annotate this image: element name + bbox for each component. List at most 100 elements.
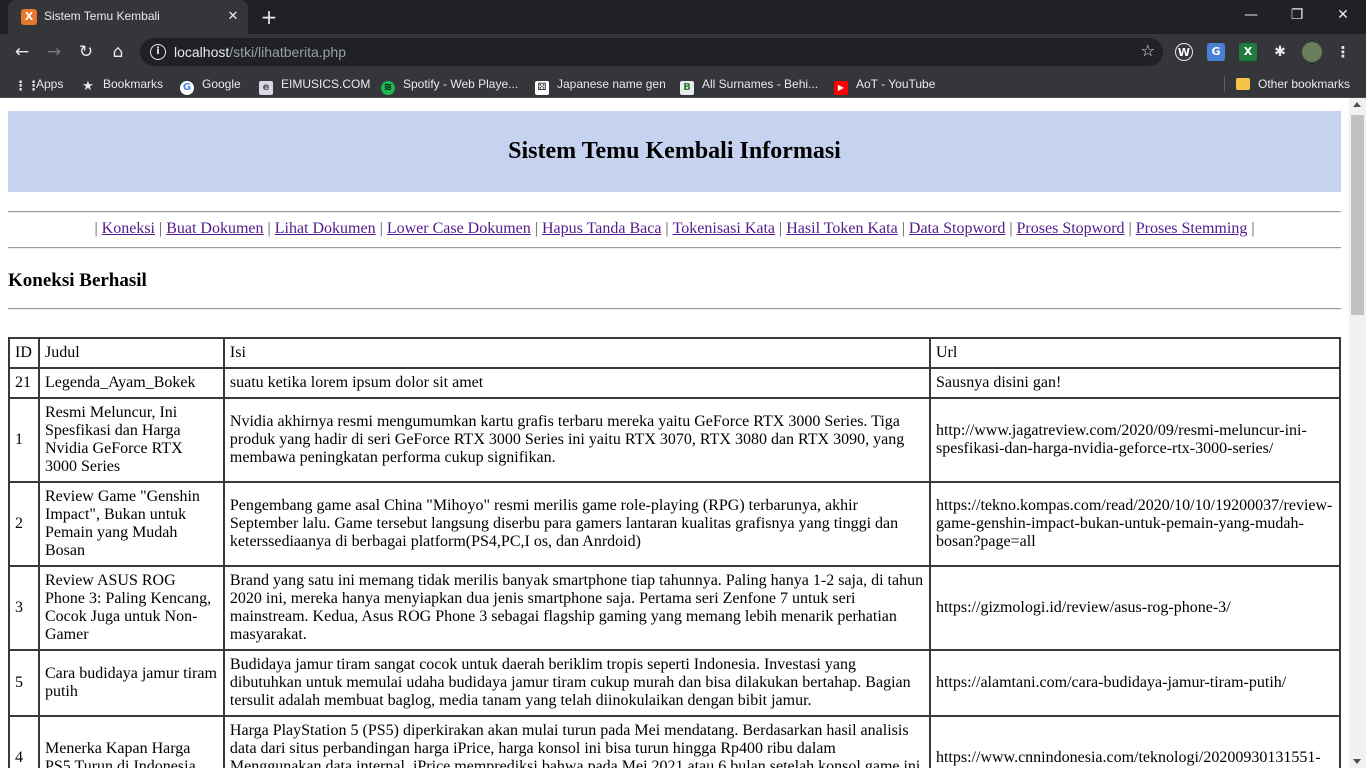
column-header-isi: Isi (222, 337, 931, 369)
cell-url: https://gizmologi.id/review/asus-rog-pho… (928, 565, 1342, 651)
page-title: Sistem Temu Kembali Informasi (508, 138, 841, 164)
bookmark-other-bookmarks[interactable]: Other bookmarks (1236, 76, 1350, 92)
browser-tab[interactable]: X Sistem Temu Kembali ✕ (8, 0, 248, 34)
back-arrow-icon[interactable]: ← (9, 39, 35, 65)
youtube-icon: ▶ (834, 81, 848, 95)
cell-judul: Menerka Kapan Harga PS5 Turun di Indones… (37, 715, 225, 768)
bookmark-all-surnames[interactable]: B All Surnames - Behi... (680, 76, 818, 95)
cell-url: http://www.jagatreview.com/2020/09/resmi… (928, 397, 1342, 483)
table-header-row: ID Judul Isi Url (8, 337, 1342, 369)
cell-url: https://alamtani.com/cara-budidaya-jamur… (928, 649, 1342, 717)
cell-isi: suatu ketika lorem ipsum dolor sit amet (222, 367, 931, 399)
column-header-id: ID (8, 337, 40, 369)
apps-grid-icon: ⋮⋮ (14, 79, 40, 94)
extensions-puzzle-icon[interactable]: ✱ (1271, 43, 1289, 61)
table-row: 5 Cara budidaya jamur tiram putih Budida… (8, 649, 1342, 717)
cell-id: 4 (8, 715, 40, 768)
cell-url: Sausnya disini gan! (928, 367, 1342, 399)
divider (8, 308, 1341, 310)
table-row: 2 Review Game "Genshin Impact", Bukan un… (8, 481, 1342, 567)
table-row: 4 Menerka Kapan Harga PS5 Turun di Indon… (8, 715, 1342, 768)
browser-toolbar: ← → ↻ ⌂ i localhost/stki/lihatberita.php… (0, 34, 1366, 70)
cell-id: 1 (8, 397, 40, 483)
folder-icon (1236, 78, 1250, 90)
address-bar[interactable]: i localhost/stki/lihatberita.php ☆ (140, 38, 1163, 66)
cell-judul: Cara budidaya jamur tiram putih (37, 649, 225, 717)
connection-status: Koneksi Berhasil (8, 270, 147, 291)
cell-judul: Review Game "Genshin Impact", Bukan untu… (37, 481, 225, 567)
close-tab-icon[interactable]: ✕ (224, 8, 242, 26)
bookmark-star-icon[interactable]: ☆ (1141, 41, 1155, 60)
nav-link-data-stopword[interactable]: Data Stopword (909, 220, 1005, 237)
restore-icon[interactable]: ❐ (1274, 0, 1320, 32)
bookmark-aot-youtube[interactable]: ▶ AoT - YouTube (834, 76, 935, 95)
bookmark-eimusics[interactable]: e EIMUSICS.COM (259, 76, 370, 95)
bookmarks-divider (1224, 76, 1225, 92)
bookmark-spotify[interactable]: ≋ Spotify - Web Playe... (381, 76, 518, 95)
dice-icon: ⚄ (535, 81, 549, 95)
translate-extension-icon[interactable]: G (1207, 43, 1225, 61)
cell-judul: Review ASUS ROG Phone 3: Paling Kencang,… (37, 565, 225, 651)
new-tab-icon[interactable]: + (257, 5, 281, 29)
scroll-up-arrow-icon[interactable] (1353, 102, 1361, 107)
surnames-site-icon: B (680, 81, 694, 95)
google-icon: G (180, 81, 194, 95)
table-row: 21 Legenda_Ayam_Bokek suatu ketika lorem… (8, 367, 1342, 399)
url-text: localhost/stki/lihatberita.php (174, 44, 346, 60)
vertical-scrollbar[interactable] (1349, 98, 1366, 768)
nav-link-koneksi[interactable]: Koneksi (102, 220, 155, 237)
divider (8, 247, 1341, 249)
cell-id: 21 (8, 367, 40, 399)
spotify-icon: ≋ (381, 81, 395, 95)
table-row: 1 Resmi Meluncur, Ini Spesfikasi dan Har… (8, 397, 1342, 483)
tab-strip: X Sistem Temu Kembali ✕ + — ❐ ✕ (0, 0, 1366, 34)
cell-judul: Legenda_Ayam_Bokek (37, 367, 225, 399)
minimize-icon[interactable]: — (1228, 0, 1274, 32)
nav-link-tokenisasi-kata[interactable]: Tokenisasi Kata (673, 220, 775, 237)
scroll-down-arrow-icon[interactable] (1353, 759, 1361, 764)
cell-isi: Pengembang game asal China "Mihoyo" resm… (222, 481, 931, 567)
bookmarks-bar: ⋮⋮Apps ★ Bookmarks G Google e EIMUSICS.COM … (0, 70, 1366, 98)
bookmark-japanese-name-gen[interactable]: ⚄ Japanese name gen (535, 76, 666, 95)
nav-link-proses-stemming[interactable]: Proses Stemming (1136, 220, 1248, 237)
cell-isi: Budidaya jamur tiram sangat cocok untuk … (222, 649, 931, 717)
extension-w-icon[interactable]: W (1175, 43, 1193, 61)
nav-link-proses-stopword[interactable]: Proses Stopword (1017, 220, 1125, 237)
bookmark-bookmarks[interactable]: ★ Bookmarks (81, 76, 163, 94)
divider (8, 211, 1341, 213)
tab-title: Sistem Temu Kembali (44, 9, 160, 23)
page-header: Sistem Temu Kembali Informasi (8, 111, 1341, 192)
nav-link-lihat-dokumen[interactable]: Lihat Dokumen (275, 220, 376, 237)
forward-arrow-icon[interactable]: → (41, 39, 67, 65)
cell-id: 2 (8, 481, 40, 567)
window-close-icon[interactable]: ✕ (1320, 0, 1366, 32)
cell-id: 5 (8, 649, 40, 717)
cell-url: https://tekno.kompas.com/read/2020/10/10… (928, 481, 1342, 567)
site-info-icon[interactable]: i (150, 44, 166, 60)
cell-isi: Nvidia akhirnya resmi mengumumkan kartu … (222, 397, 931, 483)
reload-icon[interactable]: ↻ (73, 39, 99, 65)
nav-link-hapus-tanda-baca[interactable]: Hapus Tanda Baca (542, 220, 661, 237)
nav-link-hasil-token-kata[interactable]: Hasil Token Kata (786, 220, 897, 237)
scrollbar-thumb[interactable] (1351, 115, 1364, 315)
nav-link-buat-dokumen[interactable]: Buat Dokumen (166, 220, 263, 237)
cell-url: https://www.cnnindonesia.com/teknologi/2… (928, 715, 1342, 768)
cell-isi: Harga PlayStation 5 (PS5) diperkirakan a… (222, 715, 931, 768)
excel-extension-icon[interactable]: X (1239, 43, 1257, 61)
star-icon: ★ (82, 79, 94, 94)
nav-menu: | Koneksi | Buat Dokumen | Lihat Dokumen… (94, 220, 1255, 237)
eimusics-icon: e (259, 81, 273, 95)
profile-avatar-icon[interactable] (1302, 42, 1322, 62)
favicon-icon: X (21, 9, 37, 25)
page-viewport: Sistem Temu Kembali Informasi | Koneksi … (0, 98, 1366, 768)
column-header-url: Url (928, 337, 1342, 369)
home-icon[interactable]: ⌂ (105, 39, 131, 65)
table-row: 3 Review ASUS ROG Phone 3: Paling Kencan… (8, 565, 1342, 651)
column-header-judul: Judul (37, 337, 225, 369)
documents-table: ID Judul Isi Url 21 Legenda_Ayam_Bokek s… (8, 337, 1342, 768)
bookmark-apps[interactable]: ⋮⋮Apps (14, 76, 63, 94)
kebab-menu-icon[interactable]: ⋮ (1334, 43, 1352, 61)
cell-id: 3 (8, 565, 40, 651)
bookmark-google[interactable]: G Google (180, 76, 241, 95)
nav-link-lower-case-dokumen[interactable]: Lower Case Dokumen (387, 220, 531, 237)
